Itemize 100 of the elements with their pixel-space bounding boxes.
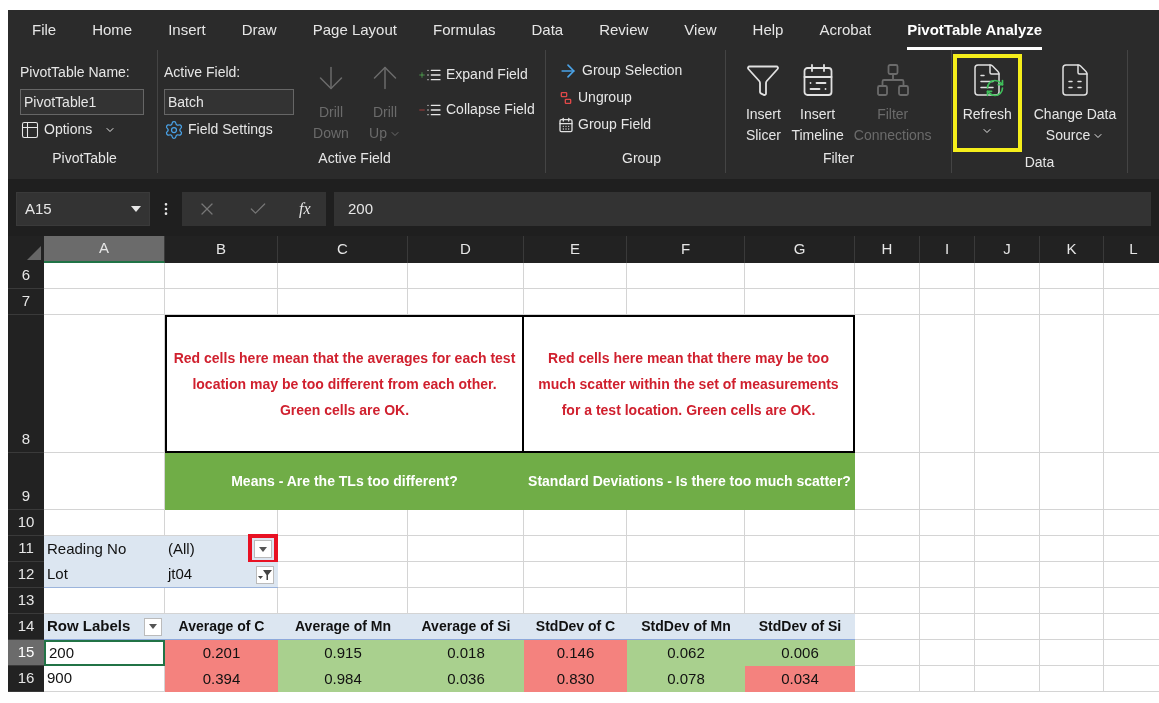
value-cell: 0.394 (165, 666, 278, 692)
filter-dropdown-button[interactable] (144, 617, 162, 636)
filter-dropdown-button[interactable] (254, 540, 272, 558)
menu-tab[interactable]: Draw (241, 18, 277, 50)
options-button[interactable]: Options (20, 119, 149, 140)
filter-label: Lot (44, 562, 165, 588)
select-all-icon[interactable] (27, 246, 41, 260)
value-cell: 0.984 (278, 666, 408, 692)
row-header[interactable]: 13 (8, 588, 44, 614)
name-box[interactable]: A15 (16, 192, 150, 226)
empty-cell (975, 453, 1040, 510)
dropdown-caret-icon (149, 624, 157, 629)
dropdown-caret-icon (259, 546, 267, 552)
empty-cell (1040, 453, 1104, 510)
slicer-button[interactable]: Insert Slicer (741, 58, 786, 146)
empty-cell (1040, 666, 1104, 692)
menu-tab[interactable]: Page Layout (312, 18, 397, 50)
group-label: Filter (822, 149, 855, 168)
timeline-button[interactable]: Insert Timeline (787, 58, 848, 146)
empty-cell (975, 510, 1040, 536)
note-box: Red cells here mean that there may be too much scatter within the set of measurements for a test location. Green cells are OK. (524, 315, 855, 453)
active-field-field[interactable]: Batch (164, 89, 294, 115)
value-cell: 0.036 (408, 666, 524, 692)
table-icon (20, 119, 40, 140)
row-header[interactable]: 10 (8, 510, 44, 536)
menu-tab[interactable]: Formulas (432, 18, 496, 50)
menu-tab[interactable]: View (684, 18, 717, 50)
empty-cell (1040, 289, 1104, 315)
row-header[interactable]: 7 (8, 289, 44, 315)
empty-cell (920, 640, 975, 666)
row-header[interactable]: 8 (8, 315, 44, 453)
empty-cell (1040, 536, 1104, 562)
value-cell: 0.034 (745, 666, 855, 692)
menu-tab[interactable]: Data (531, 18, 564, 50)
empty-cell (975, 263, 1040, 289)
empty-cell (975, 588, 1040, 614)
insert-function-button[interactable]: fx (299, 197, 311, 221)
empty-cell (975, 536, 1040, 562)
row-header[interactable]: 16 (8, 666, 44, 692)
group-label: PivotTable (52, 149, 117, 168)
empty-cell (920, 536, 975, 562)
field-label: PivotTable Name: (20, 63, 131, 82)
empty-cell (920, 614, 975, 640)
filter-value: (All) (168, 538, 195, 559)
refresh-button[interactable]: Refresh (958, 58, 1016, 137)
value-cell: 0.915 (278, 640, 408, 666)
funnel-icon (258, 568, 272, 581)
empty-cell (1040, 263, 1104, 289)
group-command-button[interactable]: Ungroup (558, 87, 725, 108)
expand-field-button[interactable]: Expand Field (418, 64, 535, 85)
empty-cell (920, 510, 975, 536)
empty-cell (1040, 562, 1104, 588)
ungroup-icon (558, 89, 574, 106)
menu-tab[interactable]: Acrobat (819, 18, 872, 50)
column-header-label: Average of C (165, 614, 278, 640)
pivottable-name-field[interactable]: PivotTable1 (20, 89, 144, 115)
group-command-button[interactable]: Group Selection (558, 60, 725, 81)
row-header[interactable]: 14 (8, 614, 44, 640)
empty-cell (855, 536, 920, 562)
value-cell: 0.078 (627, 666, 745, 692)
column-header-label: StdDev of Mn (627, 614, 745, 640)
group-label: Active Field (318, 149, 391, 168)
empty-cell (975, 289, 1040, 315)
group-command-button[interactable]: Group Field (558, 114, 725, 135)
formula-field[interactable]: 200 (334, 192, 1151, 226)
menu-tab[interactable]: Insert (168, 18, 206, 50)
filter-applied-button[interactable] (256, 565, 274, 584)
empty-cell (855, 289, 920, 315)
value-cell: 0.830 (524, 666, 627, 692)
empty-cell (920, 588, 975, 614)
row-header[interactable]: 12 (8, 562, 44, 588)
menu-tab[interactable]: Home (92, 18, 133, 50)
empty-cell (920, 562, 975, 588)
value-cell: 0.201 (165, 640, 278, 666)
menu-tab[interactable]: File (32, 18, 57, 50)
row-header[interactable]: 11 (8, 536, 44, 562)
source-button[interactable]: Change Data Source (1029, 58, 1121, 146)
menu-tab[interactable]: Help (752, 18, 784, 50)
dropdown-caret-icon (131, 206, 141, 212)
section-banner: Means - Are the TLs too different? (165, 453, 524, 510)
field-label: Active Field: (164, 63, 242, 82)
menu-tab[interactable]: Review (599, 18, 649, 50)
collapse-field-button[interactable]: Collapse Field (418, 99, 535, 120)
row-label-cell[interactable]: 200 (44, 640, 165, 666)
calendar-icon (558, 116, 574, 133)
empty-cell (920, 289, 975, 315)
empty-cell (855, 588, 920, 614)
field-settings-button[interactable]: Field Settings (164, 119, 296, 140)
empty-cell (1040, 588, 1104, 614)
row-header[interactable]: 9 (8, 453, 44, 510)
value-cell: 0.146 (524, 640, 627, 666)
empty-cell (975, 562, 1040, 588)
column-header[interactable]: A (44, 236, 165, 263)
filter-label: Reading No (44, 536, 165, 562)
empty-cell (975, 666, 1040, 692)
empty-cell (1040, 614, 1104, 640)
row-header[interactable]: 6 (8, 263, 44, 289)
row-header[interactable]: 15 (8, 640, 44, 666)
empty-cell (975, 640, 1040, 666)
empty-cell (855, 562, 920, 588)
